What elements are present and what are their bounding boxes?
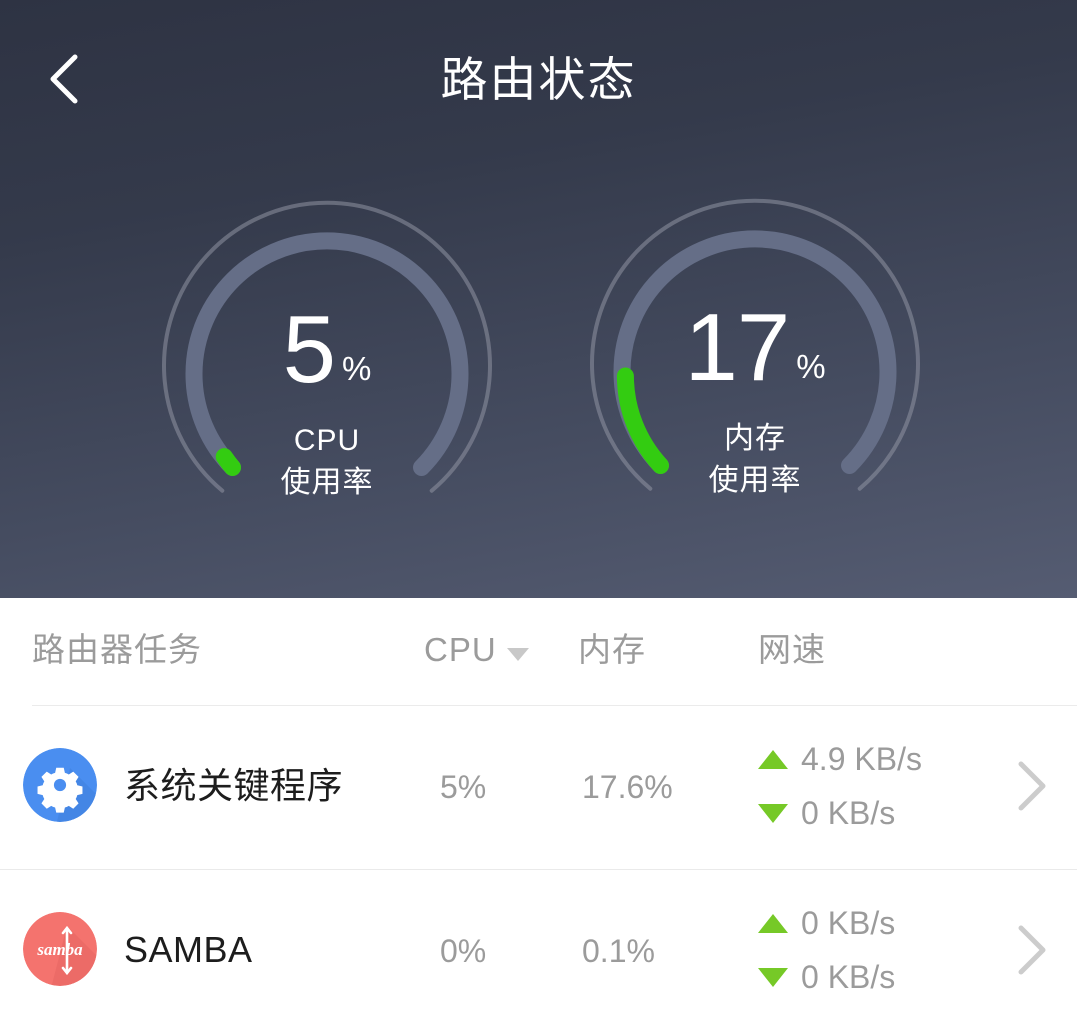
row-detail-button[interactable] — [1015, 923, 1049, 977]
column-header-network[interactable]: 网速 — [758, 628, 826, 672]
gauge-cpu: 5 % CPU 使用率 — [152, 198, 502, 548]
column-header-memory-label: 内存 — [578, 631, 646, 668]
titlebar: 路由状态 — [0, 0, 1077, 160]
gauge-memory: 17 % 内存 使用率 — [580, 196, 930, 546]
column-header-cpu-label: CPU — [424, 631, 497, 668]
row-download-value: 0 KB/s — [801, 795, 896, 831]
row-task-name: 系统关键程序 — [124, 765, 344, 806]
gauge-value-arc — [215, 448, 241, 476]
row-download-speed: 0 KB/s — [758, 786, 988, 840]
row-upload-value: 0 KB/s — [801, 905, 896, 941]
samba-icon: samba — [23, 912, 97, 986]
row-icon: samba — [23, 912, 97, 986]
samba-glyph: samba — [36, 925, 97, 986]
row-download-value: 0 KB/s — [801, 959, 896, 995]
arrow-down-icon — [758, 803, 788, 823]
arrow-up-icon — [758, 749, 788, 769]
column-header-task: 路由器任务 — [32, 628, 202, 672]
row-cpu-value: 0% — [440, 933, 487, 969]
column-header-network-label: 网速 — [758, 631, 826, 668]
status-hero-panel: 路由状态 5 % CPU 使用率 17 % 内存 使用率 — [0, 0, 1077, 598]
column-header-memory[interactable]: 内存 — [578, 628, 646, 672]
row-cpu-value: 5% — [440, 769, 487, 805]
gauge-cpu-arcs — [162, 200, 492, 493]
row-upload-speed: 0 KB/s — [758, 896, 988, 950]
gauge-memory-arcs — [590, 198, 920, 491]
gear-glyph — [37, 767, 97, 822]
gauge-track — [613, 230, 897, 474]
column-header-cpu[interactable]: CPU — [424, 628, 529, 672]
samba-wordmark: samba — [36, 940, 83, 959]
row-detail-button[interactable] — [1015, 759, 1049, 813]
arrow-up-icon — [758, 913, 788, 933]
arrow-down-icon — [758, 967, 788, 987]
gauge-group: 5 % CPU 使用率 17 % 内存 使用率 — [0, 196, 1077, 566]
column-header-task-label: 路由器任务 — [32, 631, 202, 668]
row-memory-value: 17.6% — [582, 769, 673, 805]
chevron-right-icon — [1018, 925, 1046, 975]
gear-icon — [23, 748, 97, 822]
task-list: 路由器任务 CPU 内存 网速 系统关键程序 5% 17.6% 4.9 KB/s… — [0, 598, 1077, 1033]
gauge-value-arc — [616, 367, 669, 474]
row-network-speeds: 0 KB/s 0 KB/s — [758, 896, 988, 1004]
row-upload-speed: 4.9 KB/s — [758, 732, 988, 786]
task-list-header: 路由器任务 CPU 内存 网速 — [0, 598, 1077, 706]
page-title: 路由状态 — [440, 53, 637, 106]
row-upload-value: 4.9 KB/s — [801, 741, 922, 777]
table-row[interactable]: samba SAMBA 0% 0.1% 0 KB/s 0 KB/s — [0, 870, 1077, 1033]
row-icon — [23, 748, 97, 822]
chevron-right-icon — [1018, 761, 1046, 811]
caret-down-icon — [506, 647, 529, 661]
row-network-speeds: 4.9 KB/s 0 KB/s — [758, 732, 988, 840]
gauge-track — [185, 232, 469, 476]
row-download-speed: 0 KB/s — [758, 950, 988, 1004]
row-memory-value: 0.1% — [582, 933, 655, 969]
row-task-name: SAMBA — [124, 929, 253, 970]
table-row[interactable]: 系统关键程序 5% 17.6% 4.9 KB/s 0 KB/s — [0, 706, 1077, 869]
